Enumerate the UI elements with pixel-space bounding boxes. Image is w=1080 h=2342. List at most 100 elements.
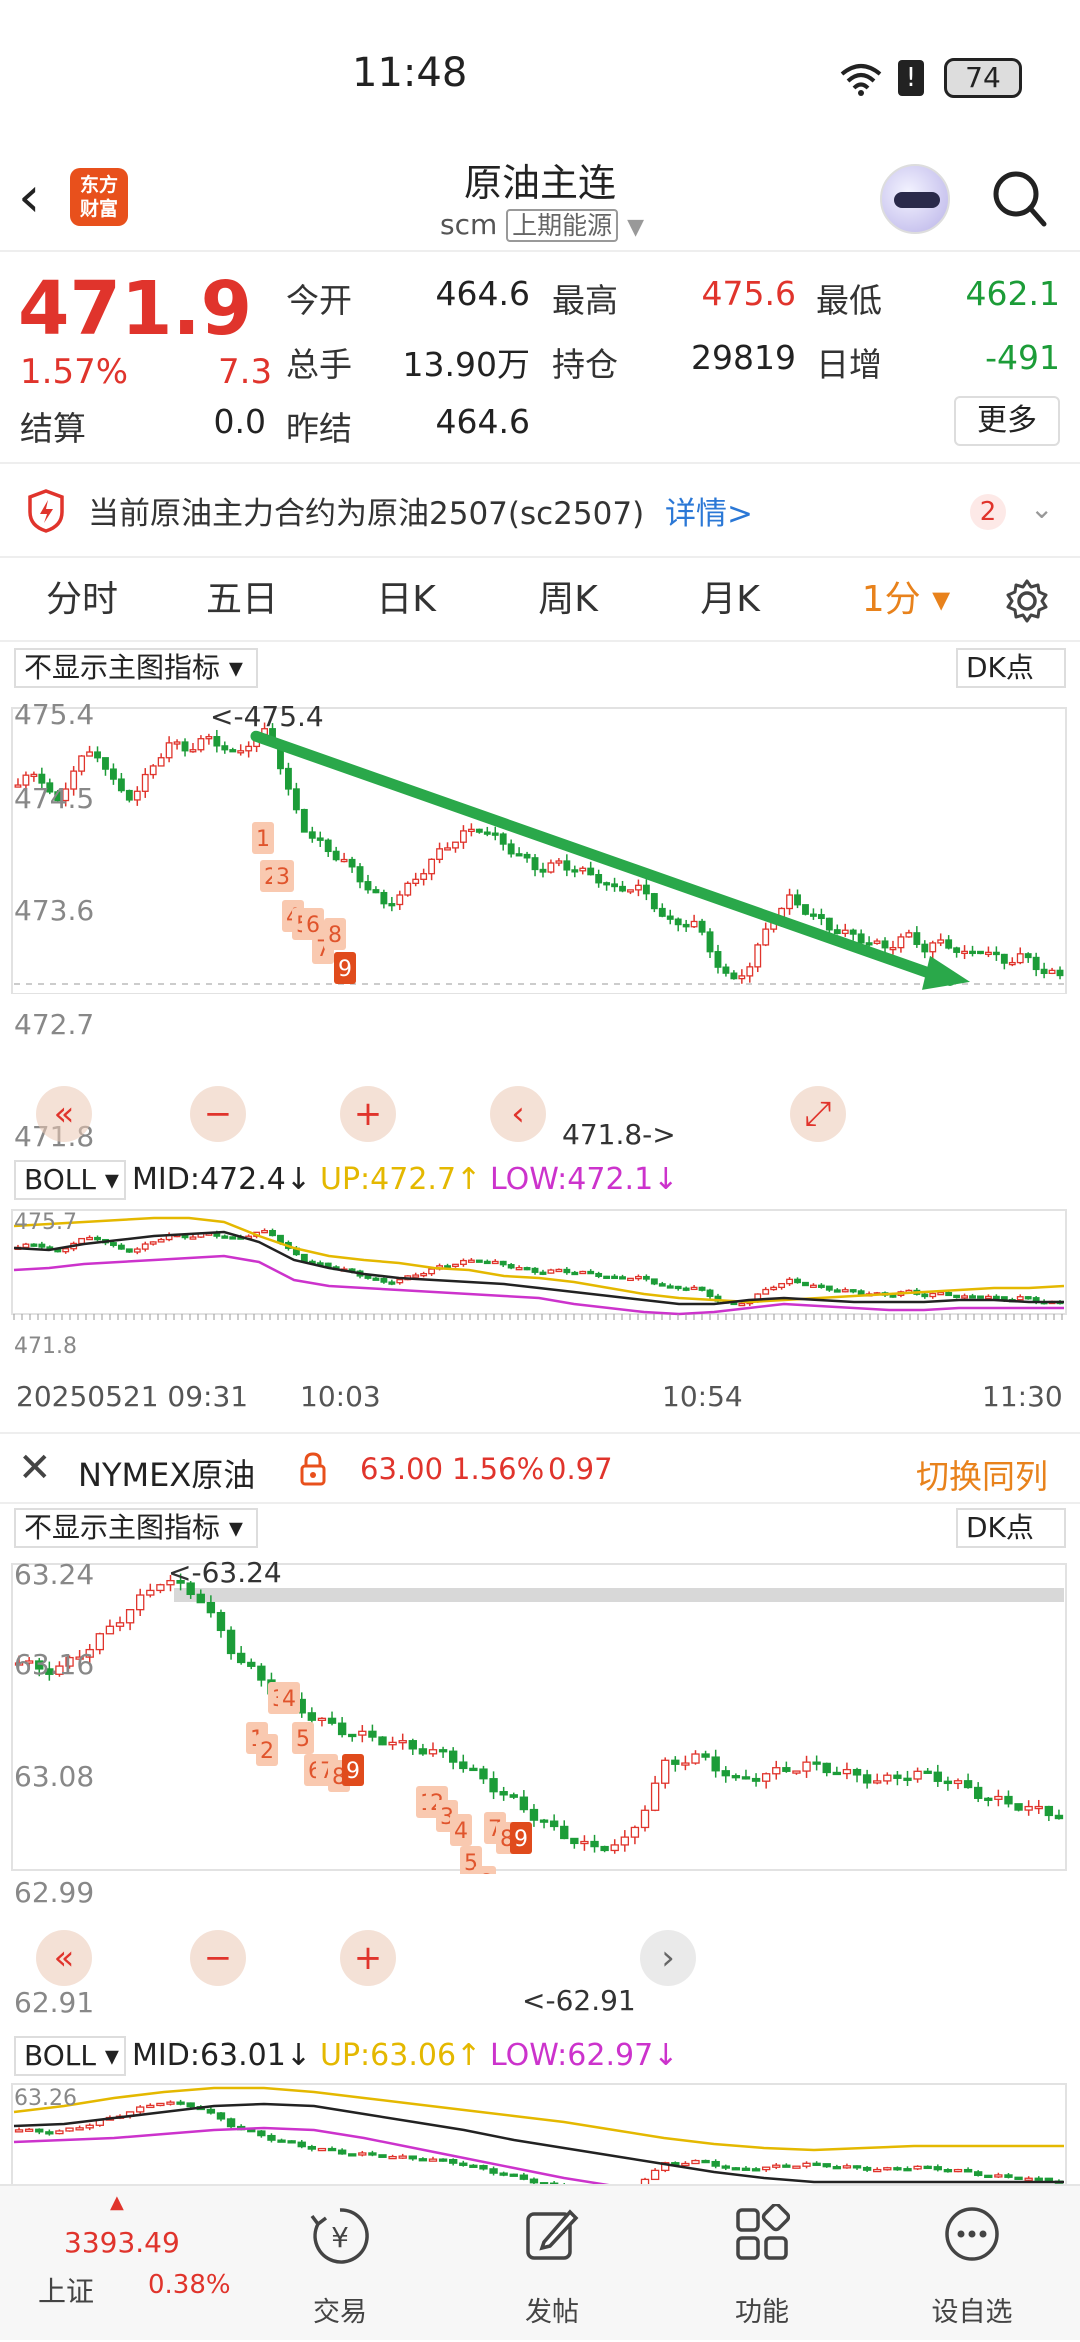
candle-body: [86, 751, 94, 757]
candle-body: [55, 2130, 64, 2135]
indicator-select[interactable]: 不显示主图指标 ▾: [14, 648, 258, 688]
nav-add-watchlist[interactable]: 设自选: [882, 2186, 1062, 2342]
zoom-out-button[interactable]: −: [190, 1086, 246, 1142]
tab-one-minute[interactable]: 1分 ▾: [846, 558, 966, 642]
candle-body: [698, 920, 706, 933]
candle-body: [173, 741, 181, 745]
candle-body: [849, 1289, 857, 1293]
nav-post[interactable]: 发帖: [462, 2186, 642, 2342]
td-sequential-label: 4: [282, 1687, 296, 1712]
nymex-candlestick-chart[interactable]: 123456789123478956: [0, 1554, 1080, 1874]
index-ticker[interactable]: ▲ 3393.49 上证 0.38%: [0, 2186, 231, 2342]
candle-body: [332, 850, 340, 861]
candle-body: [257, 2130, 266, 2137]
chevron-down-icon[interactable]: ⌄: [1030, 492, 1053, 525]
notice-count-badge: 2: [970, 494, 1006, 530]
indicator-select[interactable]: 不显示主图指标 ▾: [14, 1508, 258, 1548]
boll-mid: MID:63.01↓: [132, 2038, 311, 2073]
td-sequential-label: 9: [346, 1759, 360, 1784]
tab-daily-k[interactable]: 日K: [346, 558, 466, 642]
dk-point-button[interactable]: DK点: [956, 648, 1066, 688]
tab-weekly-k[interactable]: 周K: [508, 558, 628, 642]
candle-body: [619, 885, 626, 892]
candle-body: [1044, 2177, 1054, 2182]
candle-body: [929, 1292, 937, 1298]
boll-y-tick: 63.26: [14, 2086, 77, 2111]
y-tick: 63.16: [14, 1648, 95, 1681]
contract-code[interactable]: scm 上期能源 ▼: [440, 206, 644, 242]
zoom-out-button[interactable]: −: [190, 1930, 246, 1986]
candle-body: [642, 1275, 650, 1280]
high-marker: <-475.4: [210, 700, 324, 733]
candle-body: [337, 1722, 347, 1736]
candle-body: [136, 2106, 145, 2113]
candle-body: [519, 1796, 529, 1811]
candle-body: [953, 2168, 963, 2173]
tab-five-day[interactable]: 五日: [182, 558, 302, 642]
candle-body: [1008, 961, 1016, 966]
candle-body: [388, 903, 396, 907]
candle-body: [221, 1235, 229, 1239]
candle-body: [499, 833, 507, 845]
nav-trade[interactable]: ¥ 交易: [250, 2186, 430, 2342]
candle-body: [786, 1278, 794, 1285]
candle-body: [883, 2167, 892, 2171]
candle-body: [489, 2168, 498, 2174]
scroll-left-far-button[interactable]: «: [36, 1086, 92, 1142]
settle-label: 结算: [20, 409, 86, 448]
lock-icon[interactable]: [298, 1450, 328, 1488]
candle-body: [691, 2159, 700, 2165]
td-sequential-label: 1: [256, 827, 270, 852]
candle-body: [388, 2155, 397, 2160]
nav-functions[interactable]: 功能: [672, 2186, 852, 2342]
tab-monthly-k[interactable]: 月K: [670, 558, 790, 642]
zoom-in-button[interactable]: +: [340, 1930, 396, 1986]
candle-body: [674, 1285, 682, 1290]
candle-body: [507, 843, 515, 855]
robot-avatar[interactable]: [880, 164, 950, 234]
tab-intraday[interactable]: 分时: [22, 558, 142, 642]
candle-body: [469, 2164, 478, 2168]
candle-body: [261, 1229, 269, 1234]
scroll-right-button[interactable]: ›: [640, 1930, 696, 1986]
notice-detail-link[interactable]: 详情>: [665, 488, 753, 533]
edit-icon: [526, 2209, 579, 2260]
candle-body: [571, 869, 579, 873]
high-label: 最高: [552, 281, 618, 320]
candle-body: [277, 2139, 286, 2143]
nymex-kline-panel: 不显示主图指标 ▾ DK点 123456789123478956 63.24 6…: [0, 1504, 1080, 2184]
candle-body: [229, 1236, 237, 1240]
search-icon[interactable]: [990, 168, 1050, 232]
scroll-left-far-button[interactable]: «: [36, 1930, 92, 1986]
candle-body: [889, 946, 897, 951]
fullscreen-button[interactable]: ⤢: [790, 1086, 846, 1142]
dk-point-button[interactable]: DK点: [956, 1508, 1066, 1548]
notice-text: 当前原油主力合约为原油2507(sc2507): [88, 496, 645, 532]
zoom-in-button[interactable]: +: [340, 1086, 396, 1142]
low-label: 最低: [816, 281, 882, 320]
candle-body: [772, 1767, 781, 1775]
switch-column-button[interactable]: 切换同列: [916, 1450, 1048, 1498]
back-icon[interactable]: ‹: [18, 170, 58, 230]
candle-body: [822, 1762, 831, 1774]
close-icon[interactable]: ✕: [18, 1448, 52, 1488]
candle-body: [786, 894, 794, 910]
candle-body: [398, 2155, 407, 2159]
page-title: 原油主连: [463, 161, 616, 205]
candle-body: [961, 1295, 969, 1299]
candle-body: [247, 2129, 256, 2133]
more-button[interactable]: 更多: [954, 396, 1060, 446]
boll-select[interactable]: BOLL ▾: [14, 1160, 126, 1200]
candle-body: [245, 745, 253, 752]
candle-body: [149, 765, 157, 776]
gear-icon[interactable]: [1004, 578, 1050, 624]
boll-select[interactable]: BOLL ▾: [14, 2036, 126, 2076]
notice-bar[interactable]: 当前原油主力合约为原油2507(sc2507) 详情> 2 ⌄: [0, 464, 1080, 558]
candle-body: [38, 1243, 46, 1248]
candle-body: [953, 1780, 963, 1785]
y-tick: 475.4: [14, 698, 95, 731]
candle-body: [682, 923, 690, 928]
candlestick-chart[interactable]: 123456789: [0, 694, 1080, 994]
scroll-left-button[interactable]: ‹: [490, 1086, 546, 1142]
candle-body: [157, 1238, 165, 1243]
